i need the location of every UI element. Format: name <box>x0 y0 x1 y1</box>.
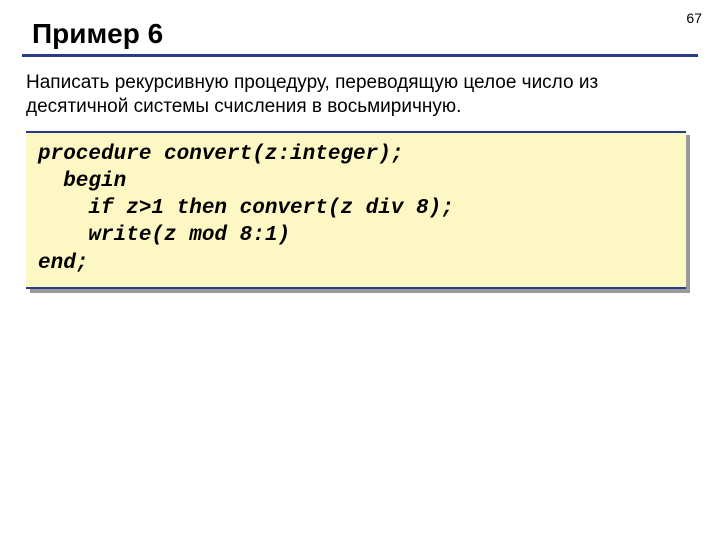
slide: 67 Пример 6 Написать рекурсивную процеду… <box>0 0 720 540</box>
code-line: begin <box>38 170 126 193</box>
code-block-container: procedure convert(z:integer); begin if z… <box>26 131 686 289</box>
code-line: if z>1 then convert(z div 8); <box>38 197 454 220</box>
code-line: end; <box>38 252 88 275</box>
page-number: 67 <box>686 10 702 26</box>
slide-title: Пример 6 <box>22 18 698 50</box>
title-divider <box>22 54 698 57</box>
code-line: procedure convert(z:integer); <box>38 143 403 166</box>
code-block: procedure convert(z:integer); begin if z… <box>26 131 686 289</box>
code-line: write(z mod 8:1) <box>38 224 290 247</box>
task-description: Написать рекурсивную процедуру, переводя… <box>22 71 698 119</box>
